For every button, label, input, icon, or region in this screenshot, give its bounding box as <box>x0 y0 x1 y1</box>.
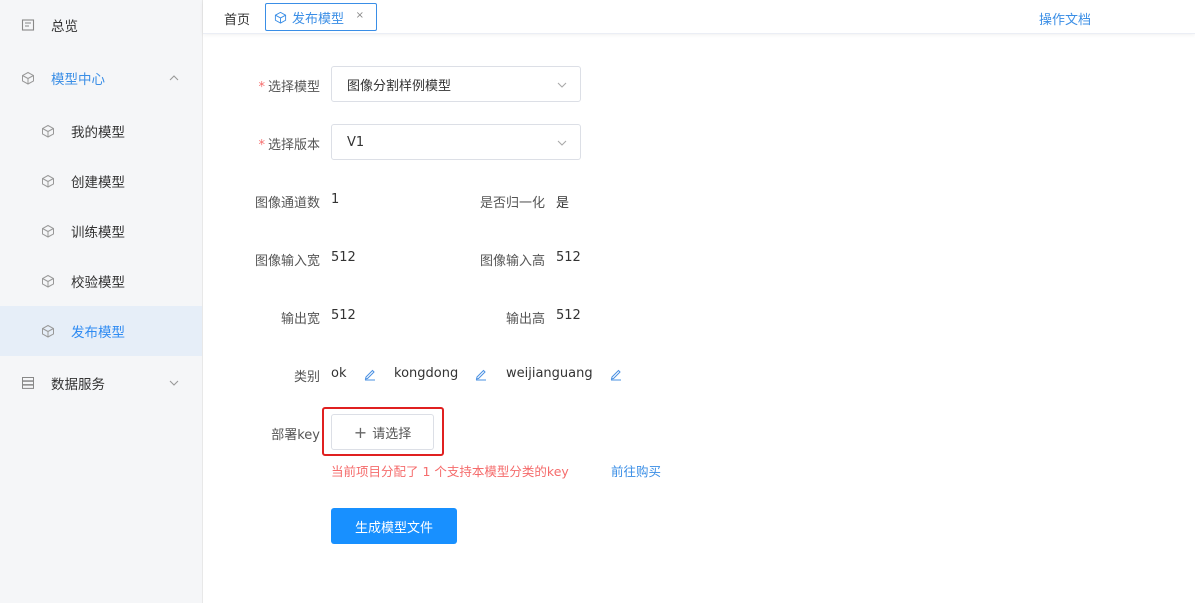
tab-publish-model[interactable]: 发布模型 × <box>265 3 377 31</box>
version-select-value: V1 <box>347 134 365 150</box>
chevron-up-icon <box>168 72 180 84</box>
input-width-value: 512 <box>331 250 356 265</box>
edit-icon[interactable] <box>363 367 377 381</box>
version-select-label: * 选择版本 <box>258 138 320 153</box>
sidebar-item-validate-model[interactable]: 校验模型 <box>0 256 202 306</box>
tab-home[interactable]: 首页 <box>224 9 250 28</box>
sidebar-item-publish-model[interactable]: 发布模型 <box>0 306 202 356</box>
normalize-value: 是 <box>556 196 570 211</box>
normalize-label: 是否归一化 <box>479 196 545 211</box>
sidebar-item-label: 总览 <box>51 19 78 35</box>
overview-icon <box>20 17 36 33</box>
model-select[interactable]: 图像分割样例模型 <box>331 66 581 102</box>
category-name: kongdong <box>394 366 459 381</box>
output-height-value: 512 <box>556 308 581 323</box>
cube-icon <box>40 273 56 289</box>
category-name: ok <box>331 366 347 381</box>
channels-label: 图像通道数 <box>254 196 320 211</box>
cube-icon <box>40 223 56 239</box>
cube-icon <box>40 173 56 189</box>
version-select[interactable]: V1 <box>331 124 581 160</box>
sidebar-item-label: 创建模型 <box>71 175 125 191</box>
sidebar-group-data-service[interactable]: 数据服务 <box>0 358 202 408</box>
sidebar-group-model-center[interactable]: 模型中心 <box>0 53 202 103</box>
category-item: ok <box>331 366 377 381</box>
sidebar-item-create-model[interactable]: 创建模型 <box>0 156 202 206</box>
sidebar-item-label: 训练模型 <box>71 225 125 241</box>
model-select-value: 图像分割样例模型 <box>347 78 452 94</box>
sidebar-item-label: 模型中心 <box>51 72 105 88</box>
chevron-down-icon <box>557 82 567 88</box>
cube-icon <box>274 10 288 24</box>
sidebar-item-label: 我的模型 <box>71 125 125 141</box>
close-icon[interactable]: × <box>356 10 364 21</box>
category-label: 类别 <box>293 370 320 385</box>
category-name: weijianguang <box>506 366 593 381</box>
docs-link[interactable]: 操作文档 <box>1039 9 1091 28</box>
buy-link[interactable]: 前往购买 <box>611 461 661 480</box>
output-height-label: 输出高 <box>505 312 545 327</box>
sidebar-item-label: 数据服务 <box>51 377 105 393</box>
required-mark: * <box>258 80 265 95</box>
sidebar-item-train-model[interactable]: 训练模型 <box>0 206 202 256</box>
output-width-value: 512 <box>331 308 356 323</box>
choose-key-button[interactable]: + 请选择 <box>331 414 434 450</box>
sidebar-item-label: 发布模型 <box>71 325 125 341</box>
deploy-key-label: 部署key <box>271 428 320 443</box>
required-mark: * <box>258 138 265 153</box>
model-select-label: * 选择模型 <box>258 80 320 95</box>
chevron-down-icon <box>168 377 180 389</box>
channels-value: 1 <box>331 192 340 207</box>
sidebar-item-my-models[interactable]: 我的模型 <box>0 106 202 156</box>
generate-model-file-button[interactable]: 生成模型文件 <box>331 508 457 544</box>
tab-label: 发布模型 <box>292 11 345 27</box>
output-width-label: 输出宽 <box>280 312 320 327</box>
edit-icon[interactable] <box>474 367 488 381</box>
category-item: weijianguang <box>506 366 623 381</box>
input-width-label: 图像输入宽 <box>254 254 320 269</box>
sidebar-item-overview[interactable]: 总览 <box>0 0 202 50</box>
chevron-down-icon <box>557 140 567 146</box>
cube-icon <box>40 323 56 339</box>
database-icon <box>20 375 36 391</box>
tab-bar: 首页 发布模型 × 操作文档 <box>203 0 1195 34</box>
input-height-value: 512 <box>556 250 581 265</box>
key-notice: 当前项目分配了 1 个支持本模型分类的key <box>331 464 569 479</box>
edit-icon[interactable] <box>609 367 623 381</box>
cube-icon <box>20 70 36 86</box>
input-height-label: 图像输入高 <box>479 254 545 269</box>
category-item: kongdong <box>394 366 488 381</box>
cube-icon <box>40 123 56 139</box>
sidebar: 总览 模型中心 我的模型 创建模型 训练模型 校验模型 发布模型 数据服务 <box>0 0 203 603</box>
sidebar-item-label: 校验模型 <box>71 275 125 291</box>
plus-icon: + <box>353 422 368 442</box>
choose-key-label: 请选择 <box>372 426 412 442</box>
